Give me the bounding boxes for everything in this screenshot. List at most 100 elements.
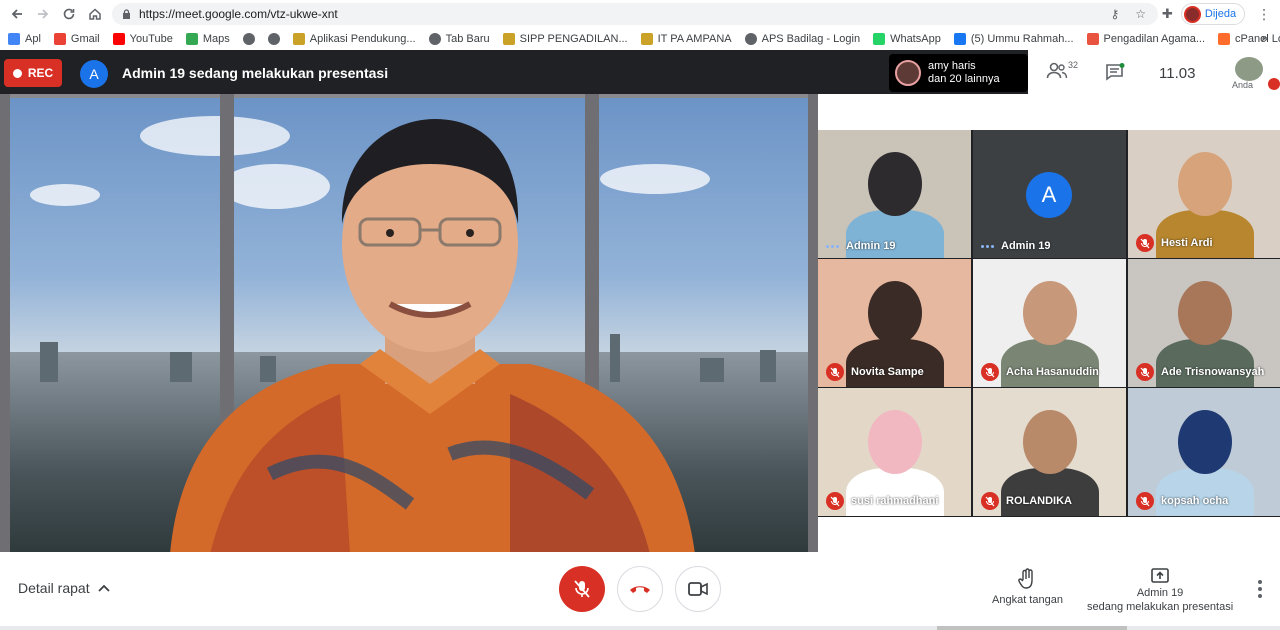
participant-name: Admin 19 — [1001, 240, 1051, 252]
bookmark-item[interactable]: Pengadilan Agama... — [1086, 33, 1206, 45]
raise-hand-button[interactable]: Angkat tangan — [992, 568, 1063, 607]
menu-dots-icon[interactable]: ⋮ — [1257, 6, 1271, 23]
participant-label: susi rahmadhani — [826, 492, 938, 510]
presenting-line1: Admin 19 — [1136, 587, 1184, 599]
self-muted-mic-icon — [1268, 78, 1280, 90]
raise-hand-label: Angkat tangan — [992, 594, 1063, 606]
mic-off-icon — [826, 492, 844, 510]
meet-bottom-bar: Detail rapat Angkat tangan Admin 19 seda — [0, 552, 1280, 630]
bookmark-item[interactable]: (5) Ummu Rahmah... — [953, 33, 1074, 45]
star-icon[interactable]: ☆ — [1135, 7, 1146, 21]
profile-avatar — [1183, 5, 1201, 23]
participant-name: Hesti Ardi — [1161, 237, 1213, 249]
bookmark-item[interactable]: cPanel Login — [1218, 33, 1280, 45]
chat-button[interactable] — [1105, 63, 1125, 81]
participant-grid: Admin 19 A Admin 19 Hesti Ardi Novita Sampe A… — [818, 130, 1280, 517]
camera-toggle-button[interactable] — [675, 566, 721, 612]
clock: 11.03 — [1159, 65, 1196, 82]
presenter-title: Admin 19 sedang melakukan presentasi — [122, 65, 389, 81]
present-screen-icon — [1151, 568, 1169, 583]
people-icon — [1046, 62, 1068, 79]
participant-count: 32 — [1068, 60, 1079, 70]
bookmark-label: Pengadilan Agama... — [1103, 33, 1206, 45]
participants-button[interactable]: 32 — [1046, 60, 1079, 80]
url-text: https://meet.google.com/vtz-ukwe-xnt — [139, 7, 338, 21]
youtube-icon — [112, 33, 125, 45]
home-icon[interactable] — [82, 1, 108, 27]
presenting-line2: sedang melakukan presentasi — [1087, 601, 1234, 613]
speaking-indicator-icon — [981, 244, 994, 248]
recent-joiners-card[interactable]: amy haris dan 20 lainnya — [889, 54, 1028, 92]
participant-tile[interactable]: Acha Hasanuddin — [973, 259, 1126, 387]
cpanel-icon — [1218, 33, 1231, 45]
bookmark-item[interactable] — [242, 33, 255, 45]
bookmark-label: Aplikasi Pendukung... — [309, 33, 416, 45]
participant-label: Admin 19 — [981, 240, 1051, 252]
forward-arrow-icon[interactable] — [30, 1, 56, 27]
meeting-details-button[interactable]: Detail rapat — [18, 580, 110, 596]
hand-icon — [1018, 568, 1034, 589]
participant-name: kopsah ocha — [1161, 495, 1229, 507]
participant-tile[interactable]: ROLANDIKA — [973, 388, 1126, 516]
mic-off-icon — [981, 492, 999, 510]
speaking-indicator-icon — [826, 244, 839, 248]
emblem-icon — [502, 33, 515, 45]
participant-tile[interactable]: Admin 19 — [818, 130, 971, 258]
back-arrow-icon[interactable] — [4, 1, 30, 27]
participant-name: Acha Hasanuddin — [1006, 366, 1099, 378]
participant-video — [818, 130, 971, 258]
facebook-icon — [953, 33, 966, 45]
whatsapp-icon — [873, 33, 886, 45]
bookmark-item[interactable]: IT PA AMPANA — [640, 33, 732, 45]
participant-label: ROLANDIKA — [981, 492, 1072, 510]
bookmark-item[interactable]: Tab Baru — [428, 33, 490, 45]
horizontal-scrollbar[interactable] — [0, 626, 1280, 630]
presenter-avatar: A — [80, 60, 108, 88]
mic-off-icon — [1136, 363, 1154, 381]
microphone-toggle-button[interactable] — [559, 566, 605, 612]
self-view-thumbnail[interactable] — [1235, 57, 1263, 81]
bookmark-item[interactable] — [267, 33, 280, 45]
address-bar[interactable]: https://meet.google.com/vtz-ukwe-xnt ⚷ ☆ — [112, 3, 1158, 25]
bookmark-item[interactable]: Gmail — [53, 33, 100, 45]
participant-tile[interactable]: kopsah ocha — [1128, 388, 1280, 516]
presenting-button[interactable]: Admin 19 sedang melakukan presentasi — [1087, 568, 1233, 614]
mic-off-icon — [981, 363, 999, 381]
bookmark-item[interactable]: SIPP PENGADILAN... — [502, 33, 628, 45]
participant-tile[interactable]: Ade Trisnowansyah — [1128, 259, 1280, 387]
extensions-puzzle-icon[interactable]: ✚ — [1162, 6, 1173, 22]
key-icon[interactable]: ⚷ — [1110, 7, 1119, 21]
joiner-name: amy haris — [928, 60, 976, 72]
participant-tile[interactable]: A Admin 19 — [973, 130, 1126, 258]
participant-tile[interactable]: Hesti Ardi — [1128, 130, 1280, 258]
joomla-icon — [1086, 33, 1099, 45]
more-options-icon[interactable] — [1258, 580, 1262, 601]
bookmark-item[interactable]: YouTube — [112, 33, 173, 45]
mic-off-icon — [574, 580, 590, 598]
bookmarks-overflow-icon[interactable]: » — [1261, 31, 1268, 45]
bookmark-label: (5) Ummu Rahmah... — [970, 33, 1074, 45]
meet-top-panel: 32 11.03 Anda — [1028, 50, 1280, 94]
browser-toolbar: https://meet.google.com/vtz-ukwe-xnt ⚷ ☆… — [0, 0, 1280, 28]
bookmark-item[interactable]: Aplikasi Pendukung... — [292, 33, 416, 45]
mic-off-icon — [1136, 492, 1154, 510]
participant-tile[interactable]: Novita Sampe — [818, 259, 971, 387]
bookmark-item[interactable]: WhatsApp — [873, 33, 941, 45]
gmail-icon — [53, 33, 66, 45]
leave-call-button[interactable] — [617, 566, 663, 612]
mic-off-icon — [1136, 234, 1154, 252]
bookmark-item[interactable]: APS Badilag - Login — [744, 33, 860, 45]
presenter-figure — [170, 119, 695, 552]
recording-indicator[interactable]: REC — [4, 59, 62, 87]
bookmark-label: YouTube — [129, 33, 173, 45]
lock-icon — [123, 9, 130, 19]
chevron-up-icon — [97, 584, 110, 592]
chat-icon — [1106, 63, 1125, 81]
bookmark-item[interactable]: Apl — [8, 33, 41, 45]
profile-button[interactable]: Dijeda — [1180, 3, 1246, 25]
self-label: Anda — [1232, 80, 1254, 90]
reload-icon[interactable] — [56, 1, 82, 27]
bookmark-label: Apl — [25, 33, 41, 45]
bookmark-item[interactable]: Maps — [185, 33, 230, 45]
participant-tile[interactable]: susi rahmadhani — [818, 388, 971, 516]
